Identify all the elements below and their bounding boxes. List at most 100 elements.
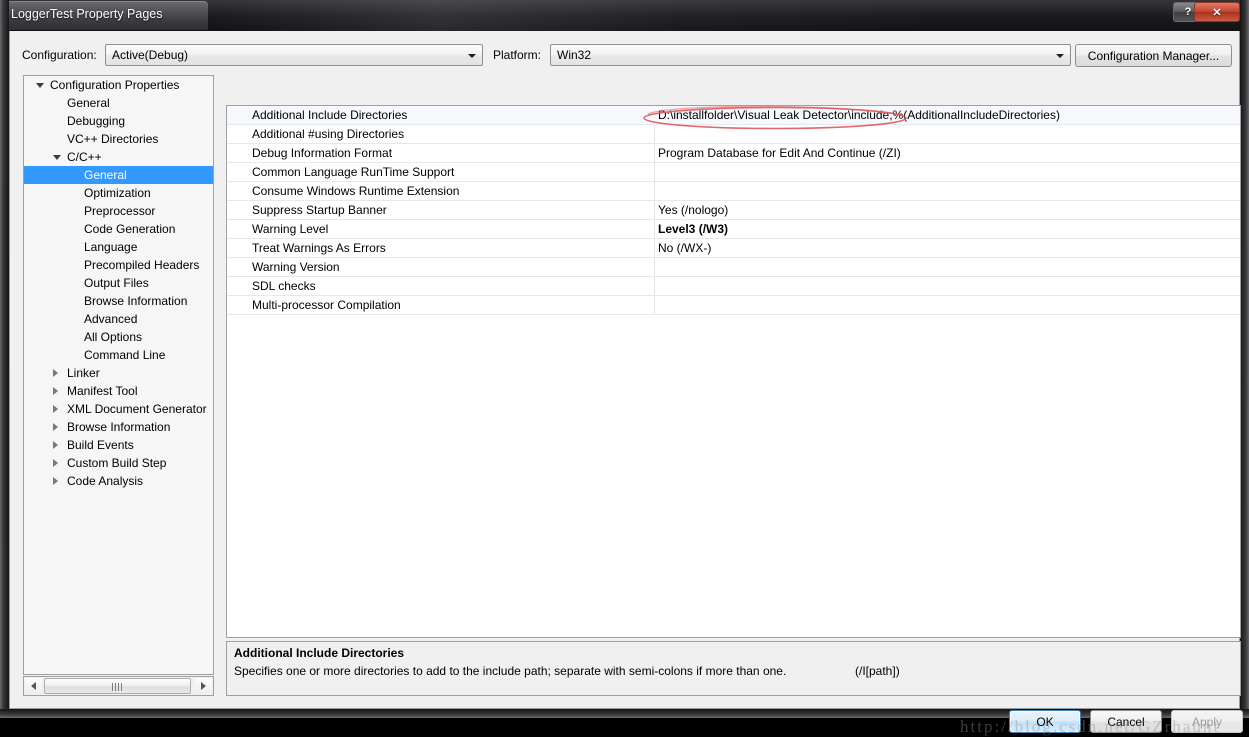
tree-item-label: VC++ Directories — [67, 132, 159, 146]
tree-item-label: All Options — [84, 330, 143, 344]
tree-item-code-generation[interactable]: Code Generation — [24, 220, 213, 238]
property-grid[interactable]: Additional Include Directories D:\install… — [226, 105, 1241, 638]
tree-item-code-analysis[interactable]: Code Analysis — [24, 472, 213, 490]
property-grid-rows: Additional Include Directories D:\install… — [227, 106, 1240, 315]
tree-expand-arrow-right-icon[interactable] — [53, 369, 58, 377]
tree-expand-arrow-right-icon[interactable] — [53, 387, 58, 395]
property-value[interactable]: D:\installfolder\Visual Leak Detector\in… — [658, 106, 1060, 125]
scroll-right-arrow-icon[interactable] — [195, 678, 212, 694]
chevron-down-icon — [468, 54, 476, 58]
configuration-combo-value: Active(Debug) — [112, 48, 189, 62]
tree-item-label: Output Files — [84, 276, 149, 290]
tree-expand-arrow-right-icon[interactable] — [53, 423, 58, 431]
tree-item-xml-document-generator[interactable]: XML Document Generator — [24, 400, 213, 418]
tree-item-build-events[interactable]: Build Events — [24, 436, 213, 454]
tree-item-debugging[interactable]: Debugging — [24, 112, 213, 130]
tree-expand-arrow-down-icon[interactable] — [53, 155, 61, 160]
configuration-manager-button[interactable]: Configuration Manager... — [1075, 44, 1232, 67]
window-frame-left — [0, 0, 9, 718]
configuration-toolbar: Configuration: Active(Debug) Platform: W… — [10, 31, 1239, 75]
tree-expand-arrow-right-icon[interactable] — [53, 459, 58, 467]
tree-item-label: Command Line — [84, 348, 166, 362]
tree-item-manifest-tool[interactable]: Manifest Tool — [24, 382, 213, 400]
property-row[interactable]: Warning Level Level3 (/W3) — [227, 220, 1240, 239]
property-name: Additional #using Directories — [252, 127, 405, 141]
window-title: LoggerTest Property Pages — [11, 7, 163, 21]
property-row[interactable]: Common Language RunTime Support — [227, 163, 1240, 182]
property-grid-empty-area — [227, 315, 1240, 637]
tree-item-optimization[interactable]: Optimization — [24, 184, 213, 202]
property-name: SDL checks — [252, 279, 316, 293]
property-row[interactable]: Multi-processor Compilation — [227, 296, 1240, 315]
tree-item-precompiled-headers[interactable]: Precompiled Headers — [24, 256, 213, 274]
ok-button[interactable]: OK — [1009, 710, 1081, 733]
apply-button: Apply — [1171, 710, 1243, 733]
tree-item-label: Debugging — [67, 114, 126, 128]
dialog-client-area: Configuration: Active(Debug) Platform: W… — [9, 31, 1243, 736]
tree-item-general[interactable]: General — [24, 166, 213, 184]
property-row[interactable]: Suppress Startup Banner Yes (/nologo) — [227, 201, 1240, 220]
grip-icon — [111, 683, 124, 691]
tree-item-linker[interactable]: Linker — [24, 364, 213, 382]
tree-expand-arrow-right-icon[interactable] — [53, 405, 58, 413]
cancel-button[interactable]: Cancel — [1090, 710, 1162, 733]
description-switch: (/I[path]) — [855, 664, 900, 678]
tree-item-general[interactable]: General — [24, 94, 213, 112]
configuration-tree[interactable]: Configuration Properties General Debugging… — [23, 75, 214, 675]
tree-expand-arrow-down-icon[interactable] — [36, 83, 44, 88]
platform-combo-value: Win32 — [557, 48, 592, 62]
configuration-combo[interactable]: Active(Debug) — [105, 44, 483, 66]
tree-item-label: Browse Information — [84, 294, 188, 308]
property-row[interactable]: Consume Windows Runtime Extension — [227, 182, 1240, 201]
property-value[interactable]: Level3 (/W3) — [658, 220, 728, 239]
property-row[interactable]: SDL checks — [227, 277, 1240, 296]
property-name: Common Language RunTime Support — [252, 165, 455, 179]
configuration-label: Configuration: — [22, 48, 97, 62]
description-title: Additional Include Directories — [234, 646, 405, 660]
platform-combo[interactable]: Win32 — [550, 44, 1071, 66]
tree-item-label: Optimization — [84, 186, 151, 200]
tree-item-label: Linker — [67, 366, 100, 380]
tree-expand-arrow-right-icon[interactable] — [53, 477, 58, 485]
tree-item-preprocessor[interactable]: Preprocessor — [24, 202, 213, 220]
tree-item-label: Manifest Tool — [67, 384, 138, 398]
property-description-panel: Additional Include Directories Specifies… — [226, 641, 1241, 696]
tree-item-output-files[interactable]: Output Files — [24, 274, 213, 292]
property-value[interactable]: No (/WX-) — [658, 239, 711, 258]
tree-item-browse-information[interactable]: Browse Information — [24, 418, 213, 436]
tree-item-advanced[interactable]: Advanced — [24, 310, 213, 328]
scrollbar-thumb[interactable] — [44, 678, 191, 694]
tree-item-configuration-properties[interactable]: Configuration Properties — [24, 76, 213, 94]
property-row[interactable]: Debug Information Format Program Database… — [227, 144, 1240, 163]
tree-expand-arrow-right-icon[interactable] — [53, 441, 58, 449]
tree-item-vc-directories[interactable]: VC++ Directories — [24, 130, 213, 148]
description-text: Specifies one or more directories to add… — [234, 664, 787, 678]
property-name: Multi-processor Compilation — [252, 298, 401, 312]
tree-item-browse-information[interactable]: Browse Information — [24, 292, 213, 310]
close-button[interactable]: ✕ — [1194, 2, 1240, 22]
tree-item-label: General — [84, 168, 127, 182]
property-value[interactable]: Program Database for Edit And Continue (… — [658, 144, 901, 163]
tree-item-command-line[interactable]: Command Line — [24, 346, 213, 364]
scroll-left-arrow-icon[interactable] — [25, 678, 42, 694]
property-row[interactable]: Treat Warnings As Errors No (/WX-) — [227, 239, 1240, 258]
tree-item-label: Browse Information — [67, 420, 171, 434]
property-name: Consume Windows Runtime Extension — [252, 184, 460, 198]
chevron-down-icon — [1056, 54, 1064, 58]
tree-item-label: Precompiled Headers — [84, 258, 200, 272]
property-row[interactable]: Warning Version — [227, 258, 1240, 277]
tree-item-label: Code Analysis — [67, 474, 144, 488]
property-row[interactable]: Additional #using Directories — [227, 125, 1240, 144]
tree-item-label: Build Events — [67, 438, 134, 452]
tree-items-container: Configuration Properties General Debugging… — [24, 76, 213, 490]
tree-item-c-c[interactable]: C/C++ — [24, 148, 213, 166]
tree-item-label: C/C++ — [67, 150, 102, 164]
tree-item-all-options[interactable]: All Options — [24, 328, 213, 346]
tree-horizontal-scrollbar[interactable] — [23, 676, 214, 696]
property-name: Treat Warnings As Errors — [252, 241, 386, 255]
tree-item-custom-build-step[interactable]: Custom Build Step — [24, 454, 213, 472]
property-value[interactable]: Yes (/nologo) — [658, 201, 728, 220]
property-name: Suppress Startup Banner — [252, 203, 387, 217]
property-row[interactable]: Additional Include Directories D:\install… — [227, 106, 1240, 125]
tree-item-language[interactable]: Language — [24, 238, 213, 256]
